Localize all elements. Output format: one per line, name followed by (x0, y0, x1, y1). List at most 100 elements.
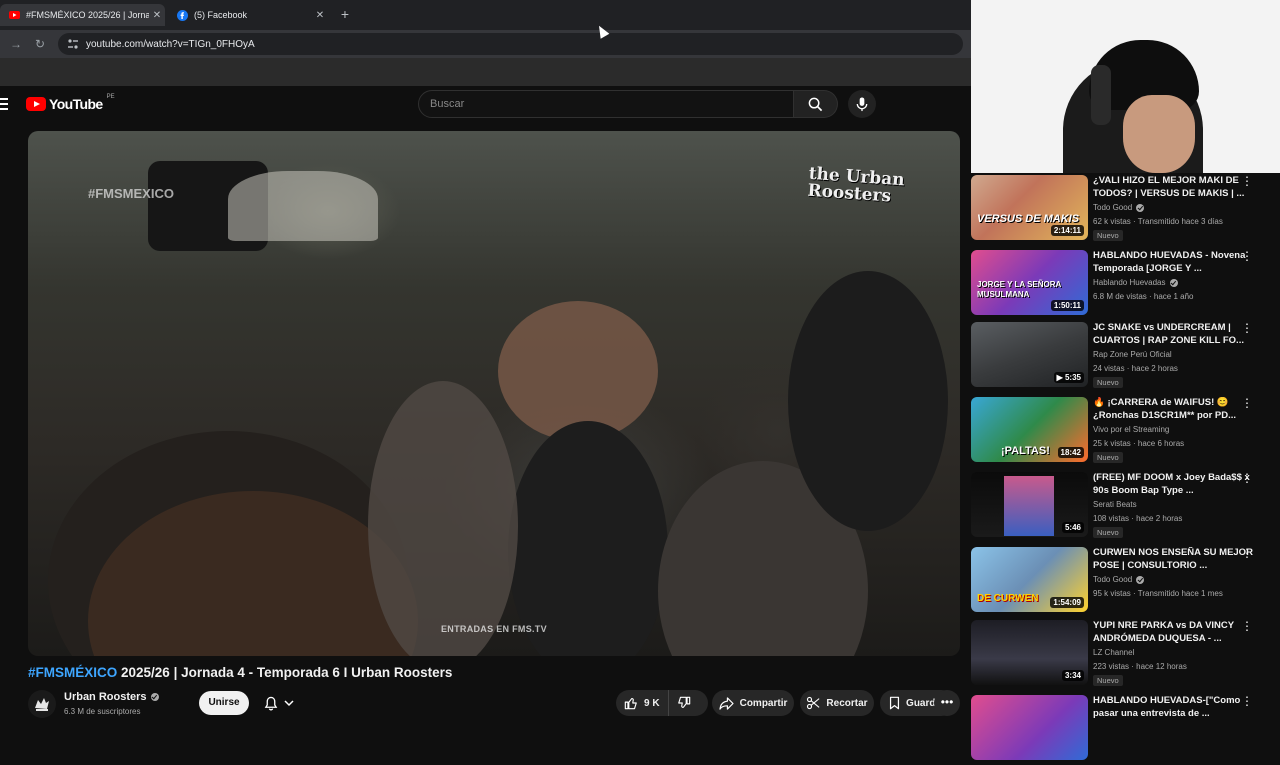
close-tab-icon[interactable]: ✕ (149, 10, 165, 21)
more-options-icon[interactable]: ⋮ (1241, 175, 1253, 189)
forward-icon[interactable]: → (8, 36, 24, 52)
duration-badge: 3:34 (1061, 670, 1084, 681)
recommendation-channel[interactable]: Hablando Huevadas (1093, 278, 1178, 287)
video-thumbnail[interactable]: DE CURWEN 1:54:09 (971, 547, 1088, 612)
recommendation-title[interactable]: CURWEN NOS ENSEÑA SU MEJOR POSE | CONSUL… (1093, 547, 1253, 572)
site-info-icon[interactable] (66, 37, 80, 51)
recommendation-title[interactable]: (FREE) MF DOOM x Joey Bada$$ x 90s Boom … (1093, 472, 1253, 497)
recommendation-channel[interactable]: Rap Zone Perú Oficial (1093, 350, 1172, 359)
video-watermark: ENTRADAS EN FMS.TV (441, 624, 547, 634)
recommendation-item[interactable]: ▶ 5:35 JC SNAKE vs UNDERCREAM | CUARTOS … (971, 320, 1280, 392)
verified-icon (1136, 203, 1145, 212)
share-button[interactable]: Compartir (712, 690, 794, 716)
close-tab-icon[interactable]: ✕ (312, 10, 328, 21)
video-thumbnail[interactable]: VERSUS DE MAKIS 2:14:11 (971, 175, 1088, 240)
recommendation-item[interactable]: DE CURWEN 1:54:09 CURWEN NOS ENSEÑA SU M… (971, 545, 1280, 617)
youtube-icon (8, 9, 20, 21)
recommendation-meta: 223 vistas · hace 12 horas (1093, 662, 1187, 671)
recommendation-channel[interactable]: Todo Good (1093, 203, 1145, 212)
recommendation-item[interactable]: 5:46 (FREE) MF DOOM x Joey Bada$$ x 90s … (971, 470, 1280, 542)
more-options-icon[interactable]: ⋮ (1241, 547, 1253, 561)
reload-icon[interactable]: ↻ (32, 36, 48, 52)
duration-badge: 18:42 (1057, 447, 1084, 458)
more-options-icon[interactable]: ⋮ (1241, 250, 1253, 264)
recommendation-item[interactable]: VERSUS DE MAKIS 2:14:11 ¿VALI HIZO EL ME… (971, 173, 1280, 245)
channel-avatar[interactable] (28, 690, 56, 718)
video-thumbnail[interactable] (971, 695, 1088, 760)
recommendation-channel[interactable]: Vivo por el Streaming (1093, 425, 1169, 434)
more-options-icon[interactable]: ⋮ (1241, 472, 1253, 486)
bell-icon (264, 696, 278, 710)
verified-icon (1136, 575, 1145, 584)
video-frame-shape (508, 421, 668, 656)
video-thumbnail[interactable]: 5:46 (971, 472, 1088, 537)
recommendation-item[interactable]: HABLANDO HUEVADAS-["Como pasar una entre… (971, 693, 1280, 765)
channel-name[interactable]: Urban Roosters (64, 691, 159, 703)
recommendation-title[interactable]: ¿VALI HIZO EL MEJOR MAKI DE TODOS? | VER… (1093, 175, 1253, 200)
more-options-icon[interactable]: ⋮ (1241, 620, 1253, 634)
title-hashtag-link[interactable]: #FMSMÉXICO (28, 665, 117, 680)
video-thumbnail[interactable]: ¡PALTAS! 18:42 (971, 397, 1088, 462)
recommendation-title[interactable]: HABLANDO HUEVADAS-["Como pasar una entre… (1093, 695, 1253, 720)
chevron-down-icon (284, 699, 294, 706)
share-icon (718, 696, 734, 710)
batman-art (1004, 476, 1054, 536)
verified-icon (150, 693, 159, 701)
youtube-play-icon (26, 97, 46, 111)
search-input[interactable] (418, 90, 794, 118)
recommendation-title[interactable]: YUPI NRE PARKA vs DA VINCY ANDRÓMEDA DUQ… (1093, 620, 1253, 645)
more-actions-button[interactable]: ••• (934, 690, 960, 716)
video-title: #FMSMÉXICO 2025/26 | Jornada 4 - Tempora… (28, 665, 452, 680)
channel-text: Todo Good (1093, 575, 1133, 584)
like-button[interactable]: 9 K (616, 690, 669, 716)
recommendation-channel[interactable]: Serati Beats (1093, 500, 1137, 509)
clip-button[interactable]: Recortar (800, 690, 874, 716)
recommendation-title[interactable]: 🔥 ¡CARRERA de WAIFUS! 😊 ¿Ronchas D1SCR1M… (1093, 397, 1253, 422)
browser-tab-facebook[interactable]: (5) Facebook ✕ (168, 4, 328, 26)
video-thumbnail[interactable]: ▶ 5:35 (971, 322, 1088, 387)
notifications-button[interactable] (254, 691, 304, 715)
duration-badge: 1:54:09 (1050, 597, 1084, 608)
new-tab-icon[interactable]: + (337, 5, 353, 23)
video-player[interactable]: #FMSMEXICO the Urban Roosters ENTRADAS E… (28, 131, 960, 656)
duration-badge: 5:46 (1061, 522, 1084, 533)
more-options-icon[interactable]: ⋮ (1241, 322, 1253, 336)
omnibox[interactable]: youtube.com/watch?v=TIGn_0FHOyA (58, 33, 963, 55)
recommendation-item[interactable]: JORGE Y LA SEÑORA MUSULMANA 1:50:11 HABL… (971, 248, 1280, 320)
owner-row: Urban Roosters 6.3 M de suscriptores Uni… (28, 688, 960, 720)
more-options-icon[interactable]: ⋮ (1241, 695, 1253, 709)
menu-icon[interactable] (0, 98, 8, 110)
logo-text: YouTube (49, 96, 103, 112)
rooster-logo-icon (35, 698, 49, 711)
dislike-button[interactable] (669, 690, 691, 716)
recommendation-title[interactable]: HABLANDO HUEVADAS - Novena Temporada [JO… (1093, 250, 1253, 275)
join-button[interactable]: Unirse (199, 691, 249, 715)
recommendation-item[interactable]: 3:34 YUPI NRE PARKA vs DA VINCY ANDRÓMED… (971, 618, 1280, 690)
browser-tab-youtube[interactable]: #FMSMÉXICO 2025/26 | Jornada ✕ (0, 4, 165, 26)
voice-search-button[interactable] (848, 90, 876, 118)
youtube-logo[interactable]: YouTube PE (26, 94, 115, 112)
recommendation-channel[interactable]: LZ Channel (1093, 648, 1134, 657)
search-box (418, 90, 838, 118)
webcam-face (1123, 95, 1195, 173)
channel-text: Todo Good (1093, 203, 1133, 212)
video-frame-shape (368, 381, 518, 656)
clip-label: Recortar (826, 697, 868, 709)
recommendation-item[interactable]: ¡PALTAS! 18:42 🔥 ¡CARRERA de WAIFUS! 😊 ¿… (971, 395, 1280, 467)
recommendation-title[interactable]: JC SNAKE vs UNDERCREAM | CUARTOS | RAP Z… (1093, 322, 1253, 347)
duration-badge: 2:14:11 (1050, 225, 1084, 236)
address-bar-row: → ↻ youtube.com/watch?v=TIGn_0FHOyA (0, 30, 971, 58)
video-thumbnail[interactable]: JORGE Y LA SEÑORA MUSULMANA 1:50:11 (971, 250, 1088, 315)
tab-title: #FMSMÉXICO 2025/26 | Jornada (26, 10, 149, 20)
recommendation-meta: 62 k vistas · Transmitido hace 3 días (1093, 217, 1223, 226)
channel-name-text: Urban Roosters (64, 691, 147, 703)
video-thumbnail[interactable]: 3:34 (971, 620, 1088, 685)
youtube-header: YouTube PE (0, 86, 971, 128)
more-options-icon[interactable]: ⋮ (1241, 397, 1253, 411)
search-button[interactable] (794, 90, 838, 118)
recommendation-channel[interactable]: Todo Good (1093, 575, 1145, 584)
subscriber-count: 6.3 M de suscriptores (64, 707, 141, 716)
recommendation-meta: 24 vistas · hace 2 horas (1093, 364, 1178, 373)
like-count: 9 K (644, 697, 660, 709)
channel-text: LZ Channel (1093, 648, 1135, 657)
